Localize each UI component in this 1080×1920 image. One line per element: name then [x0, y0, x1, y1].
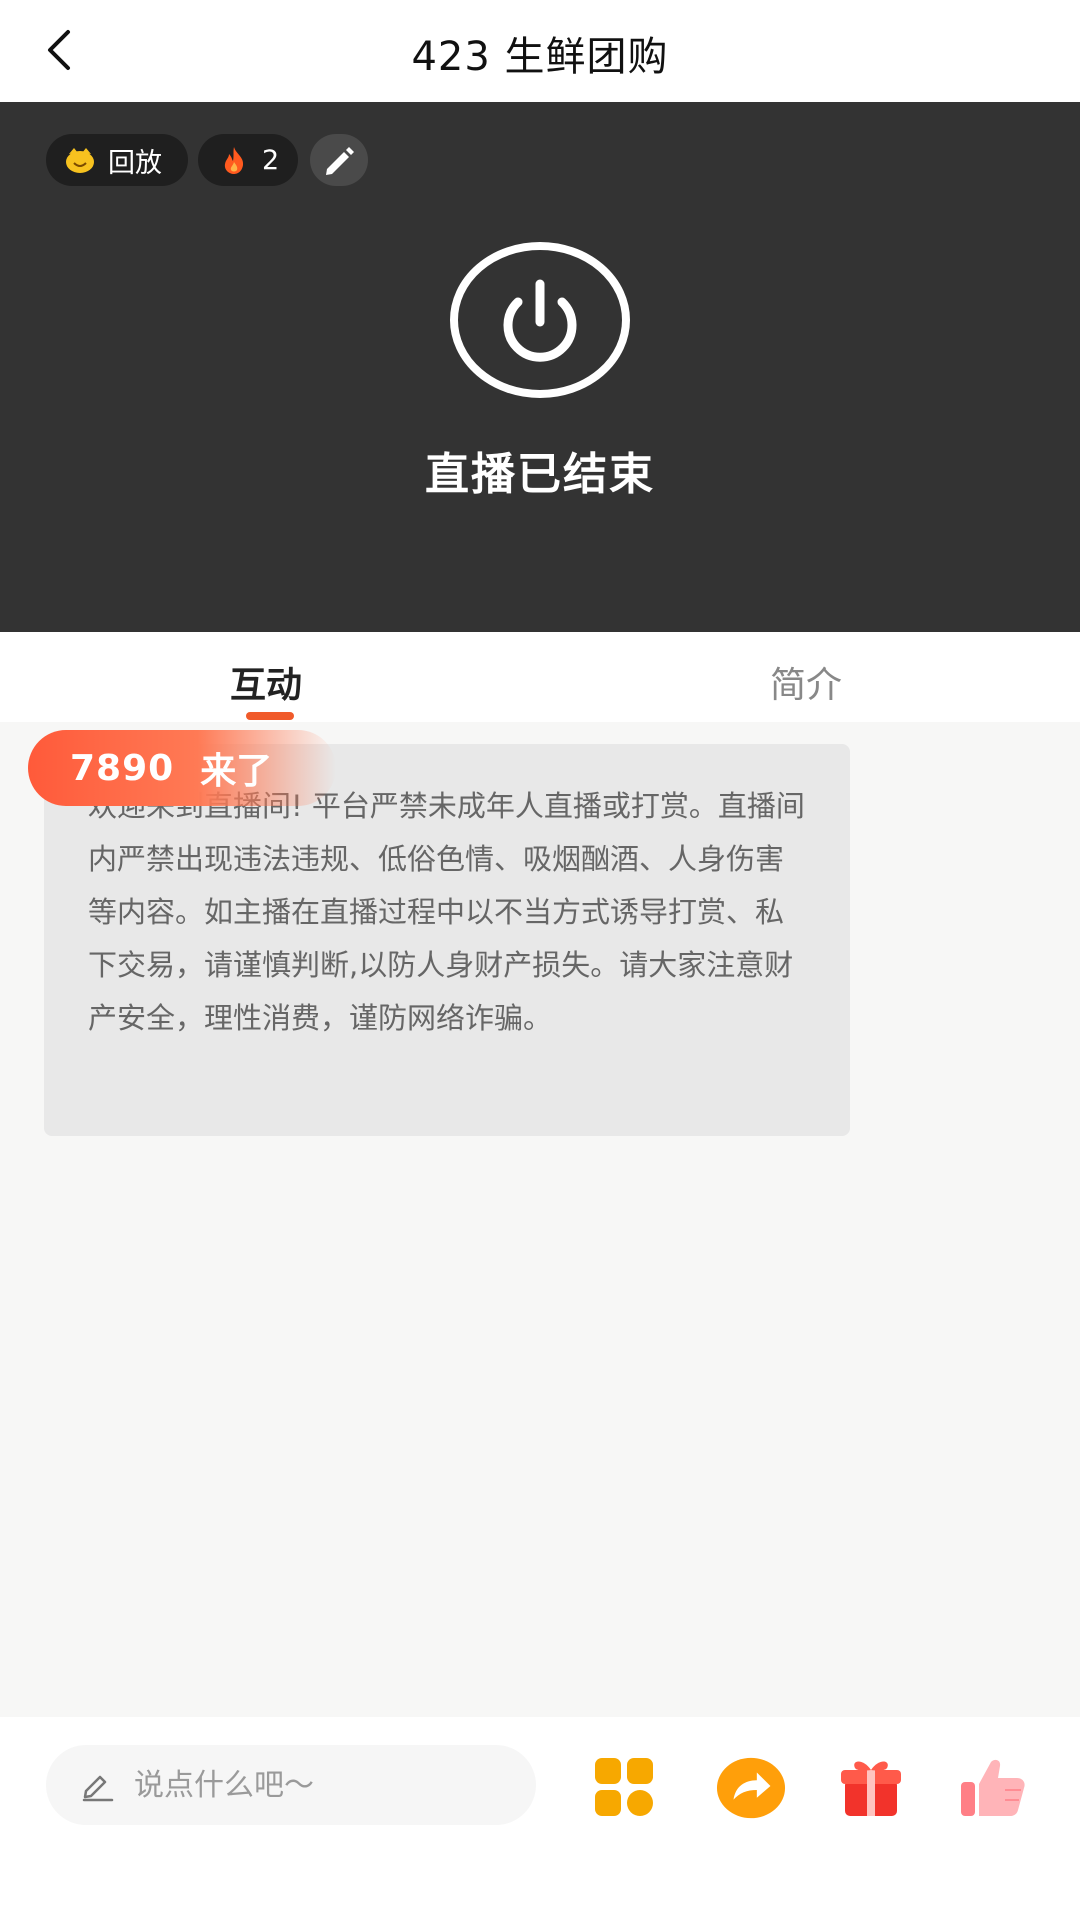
join-banner: 7890 来了 — [28, 730, 336, 806]
replay-label: 回放 — [108, 147, 162, 179]
notice-text: 欢迎来到直播间! 平台严禁未成年人直播或打赏。直播间内严禁出现违法违规、低俗色情… — [88, 789, 805, 1035]
heat-badge[interactable]: 2 — [198, 134, 298, 186]
tab-bar: 互动 简介 — [0, 632, 1080, 722]
pencil-icon — [326, 147, 354, 175]
apps-button[interactable] — [590, 1753, 660, 1823]
gift-icon — [841, 1761, 901, 1816]
power-icon — [448, 240, 632, 400]
top-header: 423 生鲜团购 — [0, 0, 1080, 102]
comment-input[interactable] — [134, 1767, 514, 1803]
live-ended-text: 直播已结束 — [425, 449, 655, 500]
chat-area[interactable]: 欢迎来到直播间! 平台严禁未成年人直播或打赏。直播间内严禁出现违法违规、低俗色情… — [0, 722, 1080, 1717]
live-video-area: 回放 2 直播已结束 — [0, 102, 1080, 632]
thumbs-up-icon — [961, 1759, 1025, 1816]
join-suffix: 来了 — [200, 751, 273, 792]
pen-icon — [80, 1767, 116, 1803]
replay-badge[interactable]: 回放 — [46, 134, 188, 186]
comment-box[interactable] — [46, 1745, 536, 1825]
heat-count: 2 — [262, 144, 280, 176]
tab-interact[interactable]: 互动 — [230, 656, 302, 708]
grid-icon — [595, 1758, 653, 1816]
join-user-name: 7890 — [70, 747, 175, 789]
tab-active-indicator — [246, 712, 294, 720]
tab-intro[interactable]: 简介 — [770, 656, 842, 708]
like-button[interactable] — [958, 1753, 1028, 1823]
edit-button[interactable] — [310, 134, 368, 186]
bottom-bar — [0, 1717, 1080, 1920]
share-arrow-icon — [716, 1757, 786, 1819]
fire-icon — [218, 144, 250, 176]
share-button[interactable] — [716, 1753, 786, 1823]
replay-face-icon — [64, 144, 96, 176]
gift-button[interactable] — [836, 1753, 906, 1823]
page-title: 423 生鲜团购 — [411, 34, 669, 80]
